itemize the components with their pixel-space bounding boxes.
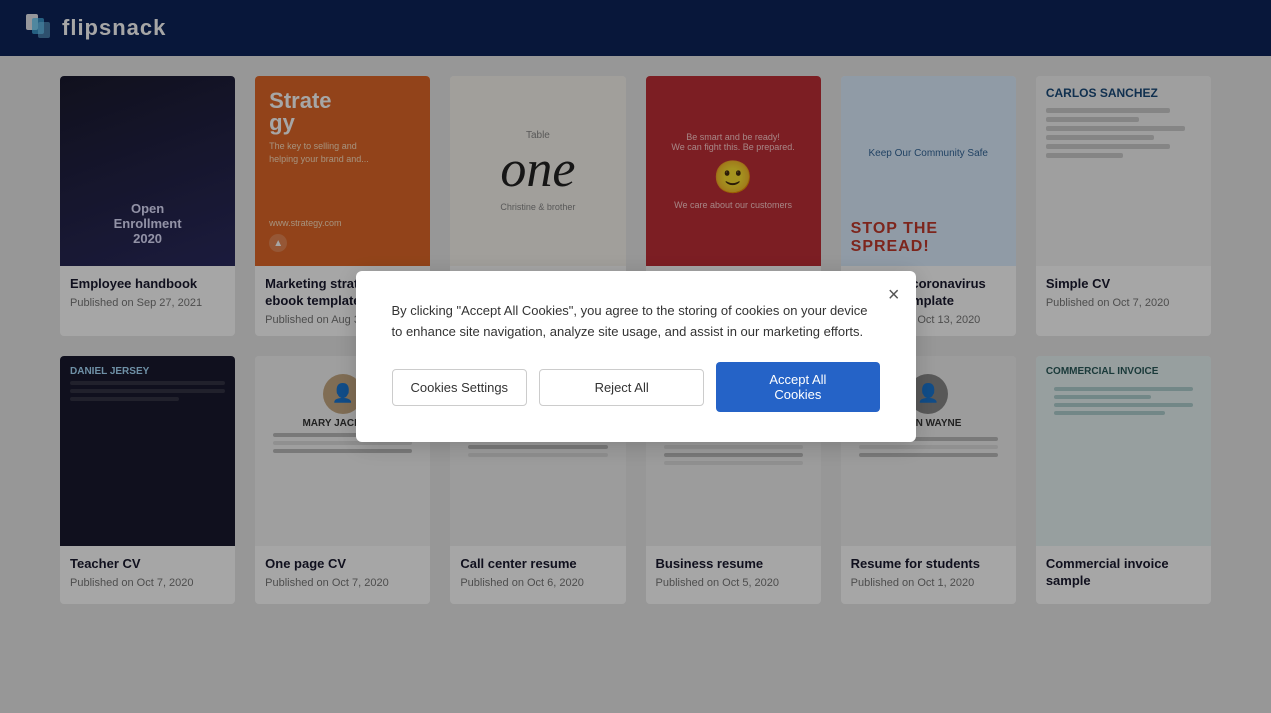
reject-all-button[interactable]: Reject All: [539, 369, 704, 406]
cookie-close-button[interactable]: ×: [888, 285, 900, 305]
cookie-banner: × By clicking "Accept All Cookies", you …: [356, 271, 916, 443]
cookie-buttons: Cookies Settings Reject All Accept All C…: [392, 362, 880, 412]
cookies-settings-button[interactable]: Cookies Settings: [392, 369, 528, 406]
accept-all-button[interactable]: Accept All Cookies: [716, 362, 879, 412]
cookie-overlay: × By clicking "Accept All Cookies", you …: [0, 0, 1271, 713]
cookie-text: By clicking "Accept All Cookies", you ag…: [392, 301, 880, 343]
